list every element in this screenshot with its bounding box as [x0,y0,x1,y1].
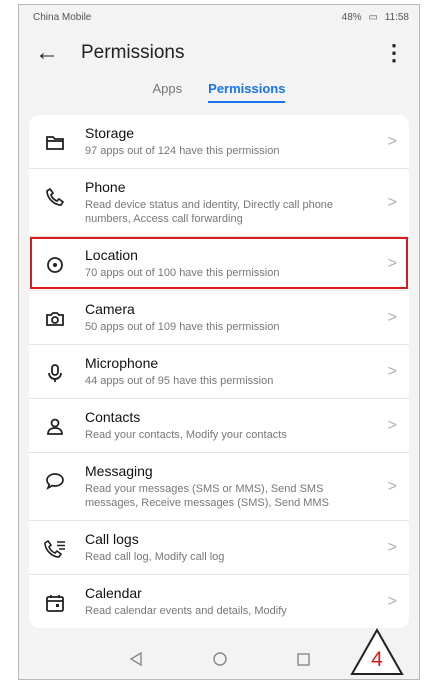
permission-item-calendar[interactable]: Calendar Read calendar events and detail… [29,574,409,628]
battery-percent: 48% [341,11,362,23]
permission-title: Microphone [85,355,159,371]
home-nav-icon[interactable] [212,652,227,666]
clock: 11:58 [384,11,409,23]
chevron-right-icon: > [387,592,397,610]
chevron-right-icon: > [387,193,397,211]
permission-description: Read calendar events and details, Modify [85,605,287,617]
location-icon [39,251,71,279]
permission-item-storage[interactable]: Storage 97 apps out of 124 have this per… [29,115,409,168]
permission-title: Camera [85,301,135,317]
battery-icon: ▭ [368,11,378,23]
app-bar: ← Permissions ⋮ [19,29,419,77]
permission-description: Read your contacts, Modify your contacts [85,429,287,441]
camera-icon [39,305,71,333]
permission-item-phone[interactable]: Phone Read device status and identity, D… [29,168,409,236]
carrier-label: China Mobile [33,11,92,23]
permission-description: 44 apps out of 95 have this permission [85,375,274,387]
permission-item-camera[interactable]: Camera 50 apps out of 109 have this perm… [29,290,409,344]
calendar-icon [39,589,71,617]
permission-description: 97 apps out of 124 have this permission [85,145,280,157]
contacts-icon [39,413,71,441]
permission-description: Read call log, Modify call log [85,551,225,563]
permission-item-location[interactable]: Location 70 apps out of 100 have this pe… [29,236,409,290]
permission-item-call-logs[interactable]: Call logs Read call log, Modify call log… [29,520,409,574]
chevron-right-icon: > [387,308,397,326]
more-options-icon[interactable]: ⋮ [383,40,405,66]
folder-icon [39,129,71,157]
permission-list: Storage 97 apps out of 124 have this per… [29,115,409,628]
call-log-icon [39,535,71,563]
permission-description: 50 apps out of 109 have this permission [85,321,280,333]
permission-title: Calendar [85,585,142,601]
page-title: Permissions [81,42,185,63]
permission-item-messaging[interactable]: Messaging Read your messages (SMS or MMS… [29,452,409,520]
permission-item-contacts[interactable]: Contacts Read your contacts, Modify your… [29,398,409,452]
permission-description: 70 apps out of 100 have this permission [85,267,280,279]
status-indicators: 48% ▭ 11:58 [338,12,409,23]
message-icon [39,467,71,495]
permission-title: Contacts [85,409,141,425]
chevron-right-icon: > [387,477,397,495]
permission-title: Storage [85,125,135,141]
step-number: 4 [371,648,383,671]
permission-title: Call logs [85,531,139,547]
chevron-right-icon: > [387,416,397,434]
permission-description: Read device status and identity, Directl… [85,199,334,225]
step-number-badge: 4 [350,628,404,676]
permission-title: Messaging [85,463,153,479]
chevron-right-icon: > [387,254,397,272]
microphone-icon [39,359,71,387]
tab-permissions[interactable]: Permissions [208,81,286,103]
permission-title: Phone [85,179,126,195]
tab-bar: Apps Permissions [19,77,419,115]
back-nav-icon[interactable] [129,652,143,666]
phone-screen: China Mobile 48% ▭ 11:58 ← Permissions ⋮… [18,4,420,680]
chevron-right-icon: > [387,362,397,380]
status-bar: China Mobile 48% ▭ 11:58 [19,5,419,29]
chevron-right-icon: > [387,132,397,150]
chevron-right-icon: > [387,538,397,556]
phone-icon [39,183,71,211]
back-arrow-icon[interactable]: ← [35,41,69,65]
tab-apps[interactable]: Apps [153,81,183,101]
permission-title: Location [85,247,138,263]
permission-item-microphone[interactable]: Microphone 44 apps out of 95 have this p… [29,344,409,398]
recents-nav-icon[interactable] [296,652,310,666]
permission-description: Read your messages (SMS or MMS), Send SM… [85,483,329,509]
